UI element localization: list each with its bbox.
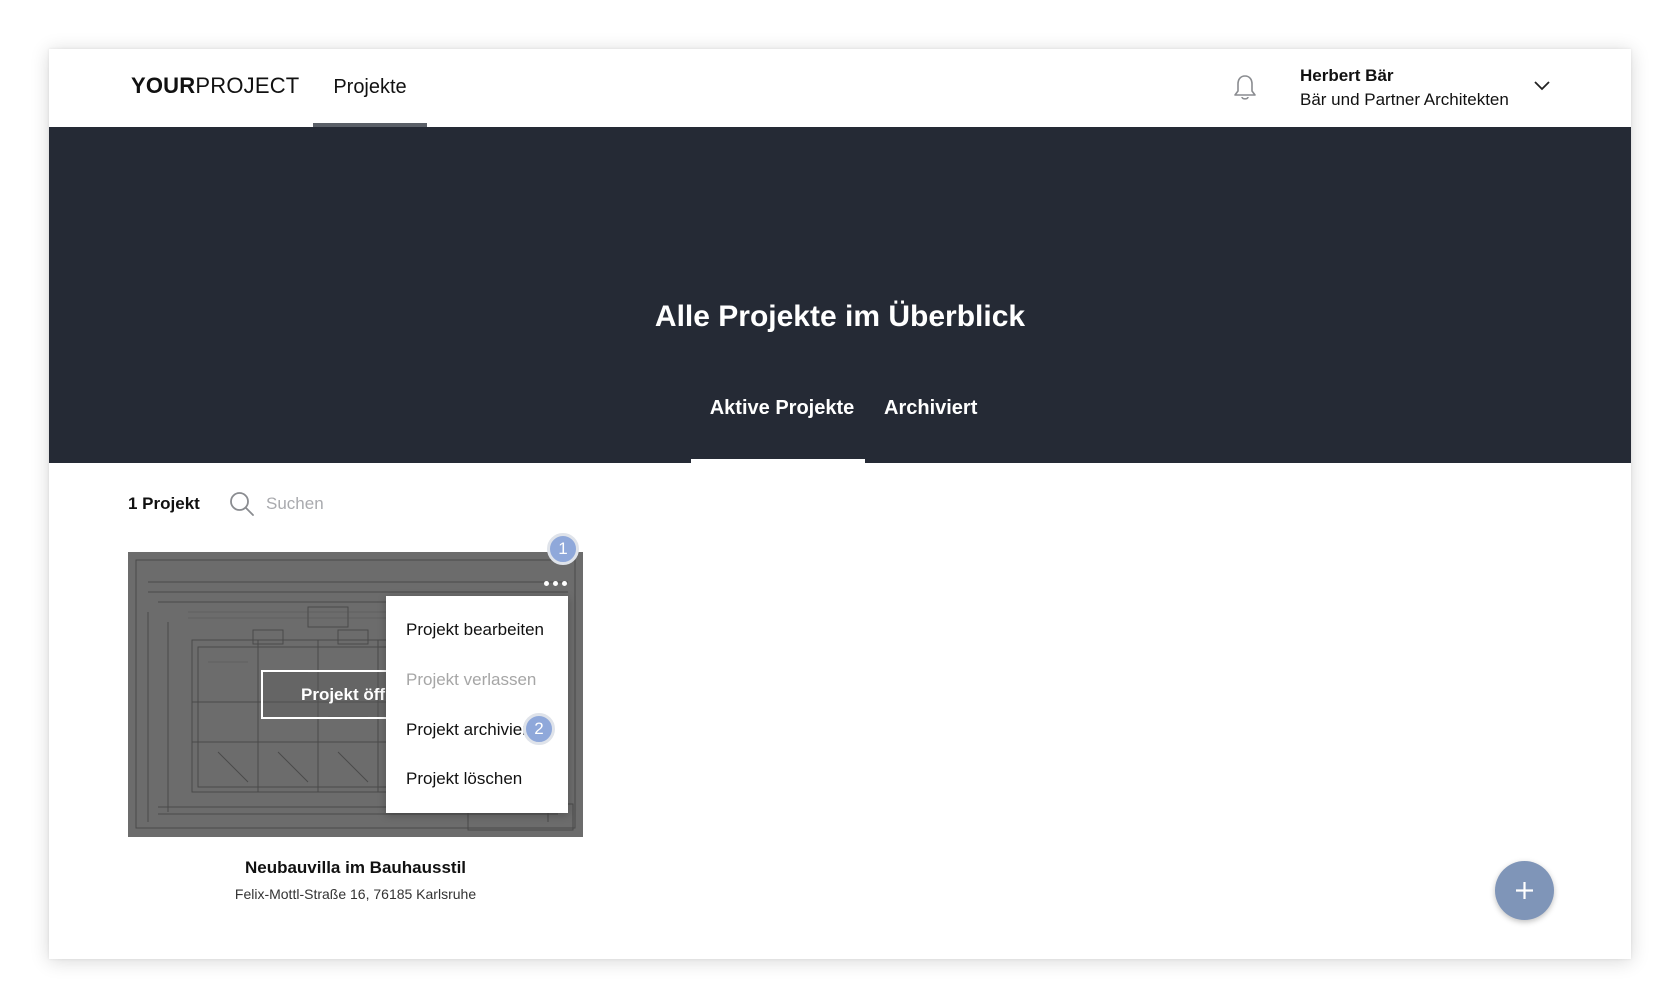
user-name[interactable]: Herbert Bär (1300, 66, 1394, 86)
page-title: Alle Projekte im Überblick (654, 300, 1026, 333)
bell-icon[interactable] (1232, 73, 1258, 103)
tab-active-projects[interactable]: Aktive Projekte (695, 397, 869, 420)
more-horizontal-icon[interactable] (542, 579, 570, 589)
menu-item-edit-project[interactable]: Projekt bearbeiten (406, 620, 544, 640)
user-company[interactable]: Bär und Partner Architekten (1300, 90, 1509, 110)
search-input[interactable] (266, 489, 506, 519)
logo-light-text: PROJECT (195, 73, 300, 98)
tab-archived[interactable]: Archiviert (884, 397, 977, 420)
project-context-menu: Projekt bearbeiten Projekt verlassen Pro… (386, 596, 568, 813)
top-bar: YOURPROJECT Projekte Herbert Bär Bär und… (49, 49, 1631, 127)
step-badge-1: 1 (547, 533, 579, 565)
menu-item-leave-project: Projekt verlassen (406, 670, 537, 689)
menu-item-archive-project[interactable]: Projekt archivieren (406, 720, 526, 740)
plus-icon (1516, 882, 1533, 899)
project-count: 1 Projekt (128, 494, 200, 513)
search-icon[interactable] (228, 490, 256, 518)
nav-tab-projects[interactable]: Projekte (313, 49, 427, 127)
app-window: YOURPROJECT Projekte Herbert Bär Bär und… (49, 49, 1631, 959)
logo-bold-text: YOUR (131, 73, 196, 98)
project-title[interactable]: Neubauvilla im Bauhausstil (128, 858, 583, 878)
logo[interactable]: YOURPROJECT (131, 73, 299, 99)
menu-item-delete-project[interactable]: Projekt löschen (406, 769, 522, 789)
add-project-button[interactable] (1495, 861, 1554, 920)
step-badge-2: 2 (523, 713, 555, 745)
project-address: Felix-Mottl-Straße 16, 76185 Karlsruhe (234, 886, 477, 902)
chevron-down-icon[interactable] (1532, 77, 1552, 93)
tab-active-indicator (691, 459, 865, 463)
hero-banner: Alle Projekte im Überblick Aktive Projek… (49, 127, 1631, 463)
nav-tab-label: Projekte (333, 76, 407, 98)
